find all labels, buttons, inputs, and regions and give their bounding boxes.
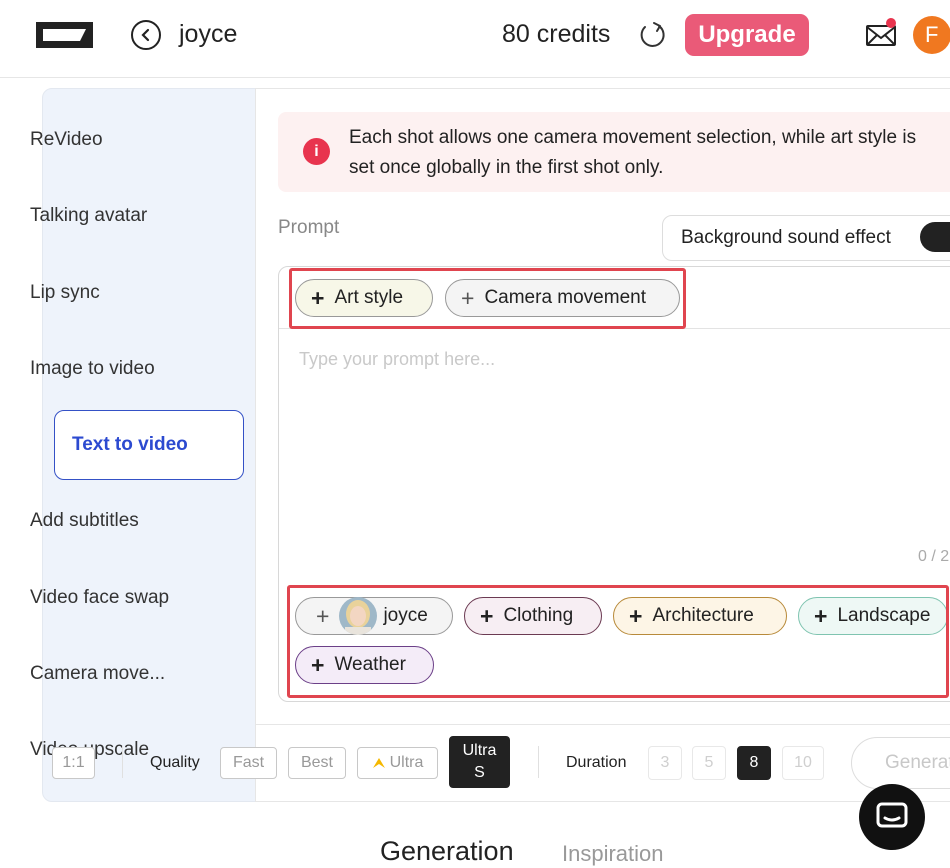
highlight-box-top [289, 268, 686, 329]
toolbar-divider [256, 724, 950, 725]
highlight-box-bottom [287, 585, 949, 698]
duration-5-option[interactable]: 5 [692, 746, 726, 780]
app-root: joyce 80 credits Upgrade F ReVideo Talki… [0, 0, 950, 868]
credits-count: 80 credits [502, 20, 611, 48]
user-avatar[interactable]: F [913, 16, 950, 54]
chat-support-button[interactable] [859, 784, 925, 850]
top-header: joyce 80 credits Upgrade F [0, 0, 950, 78]
tab-generation[interactable]: Generation [380, 836, 514, 867]
tab-inspiration[interactable]: Inspiration [562, 841, 664, 867]
sidebar-item-camera-move[interactable]: Camera move... [30, 663, 165, 685]
back-button[interactable] [131, 20, 161, 50]
toolbar-separator [538, 746, 539, 778]
duration-3-option[interactable]: 3 [648, 746, 682, 780]
background-sound-toggle[interactable] [920, 222, 950, 252]
aspect-ratio-selector[interactable]: 1:1 [52, 747, 95, 779]
upgrade-button[interactable]: Upgrade [685, 14, 809, 56]
logo-icon[interactable] [36, 22, 93, 48]
notification-dot [886, 18, 896, 28]
sidebar-item-talking-avatar[interactable]: Talking avatar [30, 205, 147, 227]
quality-ultra-s-option[interactable]: Ultra S [449, 736, 510, 788]
quality-label: Quality [150, 754, 200, 771]
sidebar-item-add-subtitles[interactable]: Add subtitles [30, 510, 139, 532]
prompt-input[interactable]: Type your prompt here... [299, 349, 495, 370]
quality-ultra-option[interactable]: Ultra [357, 747, 438, 779]
notice-text: Each shot allows one camera movement sel… [349, 127, 917, 178]
sidebar-item-lip-sync[interactable]: Lip sync [30, 282, 100, 304]
sidebar-item-video-face-swap[interactable]: Video face swap [30, 587, 169, 609]
duration-label: Duration [566, 754, 627, 771]
quality-ultra-label: Ultra [389, 754, 424, 771]
chevron-left-icon [141, 28, 150, 42]
sidebar-item-image-to-video[interactable]: Image to video [30, 358, 155, 380]
duration-10-option[interactable]: 10 [782, 746, 824, 780]
sidebar-item-revideo[interactable]: ReVideo [30, 129, 103, 151]
background-sound-label: Background sound effect [681, 227, 891, 248]
ultra-icon [372, 758, 385, 768]
quality-best-option[interactable]: Best [288, 747, 346, 779]
info-icon: i [303, 138, 330, 165]
generate-button[interactable]: Generate [851, 737, 950, 789]
chat-icon [876, 802, 908, 828]
page-title: joyce [179, 20, 238, 48]
prompt-label: Prompt [278, 217, 340, 238]
sidebar-item-text-to-video-label: Text to video [72, 434, 188, 455]
toolbar-separator [122, 746, 123, 778]
quality-fast-option[interactable]: Fast [220, 747, 277, 779]
character-counter: 0 / 2 [918, 548, 950, 565]
refresh-icon[interactable] [637, 20, 667, 50]
duration-8-option[interactable]: 8 [737, 746, 771, 780]
